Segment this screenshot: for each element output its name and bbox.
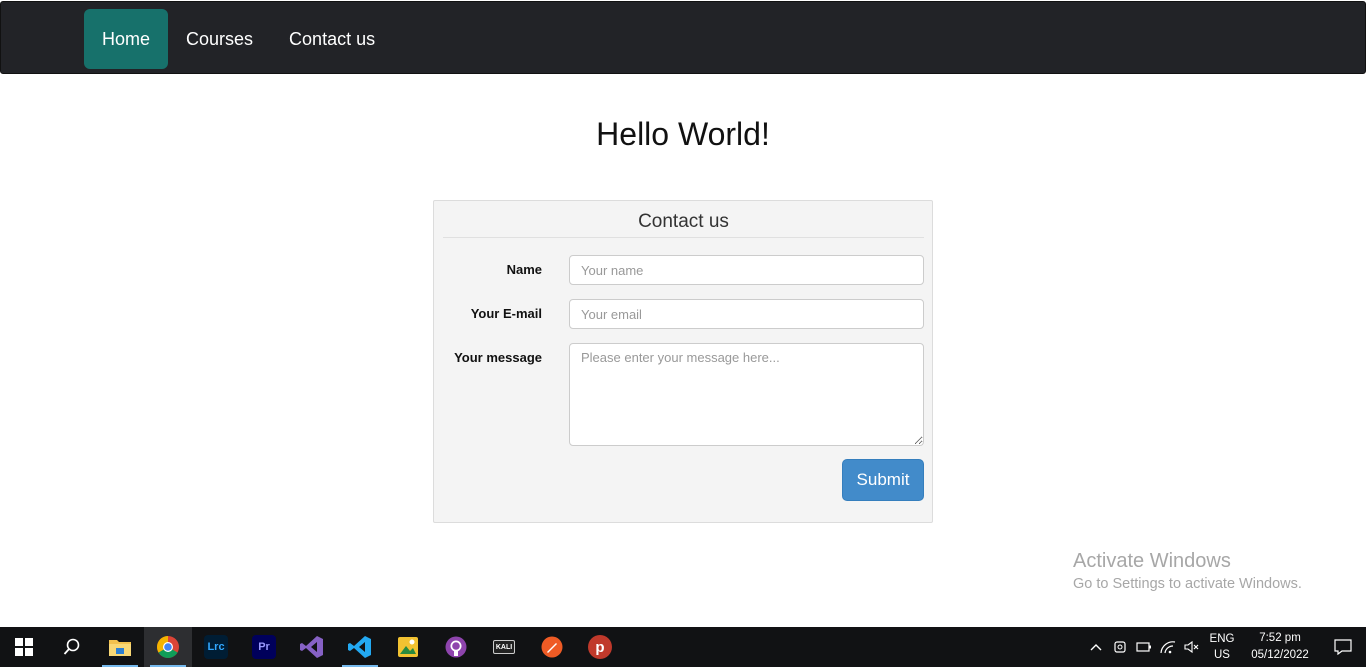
nav-home[interactable]: Home [84,9,169,69]
lightroom-icon: Lrc [204,635,228,659]
file-explorer-icon [109,640,131,656]
psiphon-icon: p [588,635,612,659]
top-navbar: Home Courses Contact us [0,1,1366,74]
taskbar-vscode[interactable] [336,627,384,667]
language-code: ENG [1209,633,1235,645]
notification-icon [1334,639,1352,655]
notifications-button[interactable] [1320,627,1366,667]
message-label: Your message [454,350,542,365]
clock-date: 05/12/2022 [1251,649,1309,661]
taskbar-lightroom[interactable]: Lrc [192,627,240,667]
taskbar-premiere[interactable]: Pr [240,627,288,667]
start-button[interactable] [0,627,48,667]
search-icon [63,638,80,655]
taskbar-chrome[interactable] [144,627,192,667]
volume-muted-icon [1184,640,1199,654]
search-button[interactable] [48,627,96,667]
photo-app-icon [398,637,418,657]
contact-form-title: Contact us [443,211,924,238]
tray-meet-now[interactable] [1108,627,1132,667]
visual-studio-icon [300,636,323,658]
taskbar-psiphon[interactable]: p [576,627,624,667]
chevron-up-icon [1090,644,1102,651]
watermark-title: Activate Windows [1073,550,1231,572]
vscode-icon [348,636,371,658]
tray-battery[interactable] [1132,627,1156,667]
page-title: Hello World! [596,116,770,152]
tray-clock[interactable]: 7:52 pm 05/12/2022 [1240,630,1320,664]
email-input[interactable] [569,299,924,329]
tray-volume[interactable] [1180,627,1204,667]
tray-wifi[interactable] [1156,627,1180,667]
taskbar-kali[interactable]: KALI [480,627,528,667]
taskbar-file-explorer[interactable] [96,627,144,667]
contact-form-panel: Contact us Name Your E-mail Your message… [433,200,933,523]
name-label: Name [506,262,542,277]
tray-overflow-button[interactable] [1084,627,1108,667]
wifi-icon [1160,641,1176,654]
taskbar-postman[interactable] [528,627,576,667]
language-region: US [1214,649,1230,661]
premiere-icon: Pr [252,635,276,659]
webcam-icon [1114,641,1126,653]
message-textarea[interactable] [569,343,924,446]
taskbar-photo-app[interactable] [384,627,432,667]
github-icon [445,636,467,658]
taskbar-github[interactable] [432,627,480,667]
watermark-subtitle: Go to Settings to activate Windows. [1073,576,1302,592]
taskbar-visual-studio[interactable] [288,627,336,667]
nav-courses[interactable]: Courses [168,9,271,69]
tray-language[interactable]: ENG US [1204,631,1240,663]
system-tray: ENG US 7:52 pm 05/12/2022 [1084,627,1366,667]
windows-taskbar: Lrc Pr KALI p ENG US 7:52 pm 05/12/2022 [0,627,1366,667]
nav-menu: Home Courses Contact us [84,9,393,69]
postman-icon [541,636,563,658]
nav-contact-us[interactable]: Contact us [271,9,393,69]
name-input[interactable] [569,255,924,285]
kali-icon: KALI [493,640,515,654]
activate-windows-watermark: Activate Windows Go to Settings to activ… [1073,550,1302,592]
email-label: Your E-mail [470,306,542,321]
clock-time: 7:52 pm [1259,632,1301,644]
battery-icon [1136,642,1151,652]
submit-button[interactable]: Submit [842,459,924,501]
chrome-icon [157,636,179,658]
windows-start-icon [15,638,33,656]
